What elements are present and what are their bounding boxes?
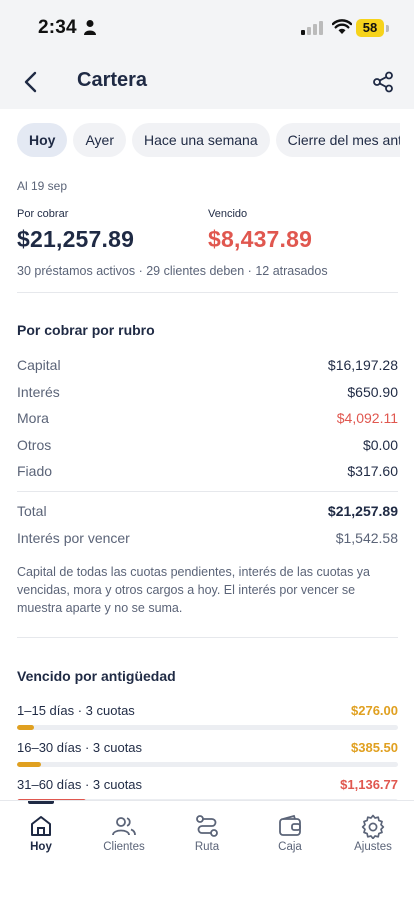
nav-item-ajustes[interactable]: Ajustes <box>332 801 414 863</box>
rubro-note: Capital de todas las cuotas pendientes, … <box>17 565 370 615</box>
nav-label: Clientes <box>103 841 145 853</box>
rubro-row-total: Total $21,257.89 <box>17 503 398 523</box>
por-cobrar-amount: $21,257.89 <box>17 226 135 252</box>
vencido-label: Vencido <box>208 208 248 220</box>
status-time: 2:34 <box>38 17 77 38</box>
portfolio-summary-line: 30 préstamos activos · 29 clientes deben… <box>17 264 328 278</box>
row-label: Interés <box>17 384 60 400</box>
aging-label: 1–15 días · 3 cuotas <box>17 703 135 718</box>
aging-value: $276.00 <box>351 703 398 718</box>
aging-value: $385.50 <box>351 740 398 755</box>
aging-row: 1–15 días · 3 cuotas $276.00 <box>17 703 398 739</box>
chip-cierre-mes-anterior[interactable]: Cierre del mes anterior <box>275 123 400 157</box>
row-label: Capital <box>17 357 61 373</box>
back-button[interactable] <box>14 64 46 100</box>
cellular-signal-icon <box>301 21 323 35</box>
home-icon <box>31 816 51 836</box>
nav-item-ruta[interactable]: Ruta <box>166 801 248 863</box>
row-label: Mora <box>17 410 49 426</box>
rubro-row-interes-por-vencer: Interés por vencer $1,542.58 <box>17 530 398 550</box>
row-value: $650.90 <box>347 384 398 400</box>
wallet-icon <box>279 814 301 836</box>
chip-hace-una-semana[interactable]: Hace una semana <box>132 123 270 157</box>
row-value: $0.00 <box>362 437 398 453</box>
page-title: Cartera <box>77 69 148 91</box>
status-bar: 2:34 58 <box>0 0 414 56</box>
row-label: Fiado <box>17 463 53 479</box>
gear-icon <box>361 814 385 839</box>
person-icon <box>84 20 96 35</box>
period-chips: HoyAyerHace una semanaCierre del mes ant… <box>17 123 400 157</box>
active-tab-indicator <box>28 801 54 804</box>
aging-label: 31–60 días · 3 cuotas <box>17 777 143 792</box>
row-value: $4,092.11 <box>336 410 398 426</box>
nav-item-caja[interactable]: Caja <box>249 801 331 863</box>
rubro-row-capital: Capital $16,197.28 <box>17 357 398 377</box>
header: Cartera <box>0 56 414 109</box>
share-icon <box>373 71 393 93</box>
aging-row: 16–30 días · 3 cuotas $385.50 <box>17 740 398 776</box>
nav-label: Caja <box>278 841 302 853</box>
chevron-left-icon <box>24 71 37 93</box>
aging-bar-fill <box>17 762 41 767</box>
interes-por-vencer-value: $1,542.58 <box>335 530 398 546</box>
nav-item-clientes[interactable]: Clientes <box>83 801 165 863</box>
nav-label: Ajustes <box>354 841 392 853</box>
aging-bar-fill <box>17 725 34 730</box>
wifi-icon <box>332 19 352 34</box>
as-of-date: Al 19 sep <box>17 179 68 193</box>
divider <box>17 491 398 492</box>
battery-indicator: 58 <box>356 19 384 37</box>
rubro-row-interes: Interés $650.90 <box>17 384 398 404</box>
chip-hoy[interactable]: Hoy <box>17 123 68 157</box>
total-value: $21,257.89 <box>327 503 398 519</box>
aging-bar-track <box>17 725 398 730</box>
nav-label: Ruta <box>194 841 220 853</box>
route-icon <box>196 815 218 837</box>
rubro-row-mora: Mora $4,092.11 <box>17 410 398 430</box>
battery-cap <box>386 25 389 32</box>
nav-label: Hoy <box>30 841 52 853</box>
section-title-rubro: Por cobrar por rubro <box>17 322 155 338</box>
row-value: $317.60 <box>347 463 398 479</box>
bottom-nav: Hoy Clientes Ruta Caja Ajustes <box>0 800 414 900</box>
nav-item-hoy[interactable]: Hoy <box>0 801 82 863</box>
aging-bar-track <box>17 762 398 767</box>
divider <box>17 292 398 293</box>
rubro-row-fiado: Fiado $317.60 <box>17 463 398 483</box>
por-cobrar-label: Por cobrar <box>17 208 69 220</box>
total-label: Total <box>17 503 47 519</box>
section-title-aging: Vencido por antigüedad <box>17 668 176 684</box>
users-icon <box>112 817 136 836</box>
row-value: $16,197.28 <box>327 357 398 373</box>
chip-ayer[interactable]: Ayer <box>73 123 126 157</box>
share-button[interactable] <box>366 64 400 100</box>
aging-value: $1,136.77 <box>340 777 398 792</box>
interes-por-vencer-label: Interés por vencer <box>17 530 130 546</box>
vencido-amount: $8,437.89 <box>208 226 313 252</box>
rubro-row-otros: Otros $0.00 <box>17 437 398 457</box>
divider <box>17 637 398 638</box>
row-label: Otros <box>17 437 52 453</box>
aging-label: 16–30 días · 3 cuotas <box>17 740 143 755</box>
